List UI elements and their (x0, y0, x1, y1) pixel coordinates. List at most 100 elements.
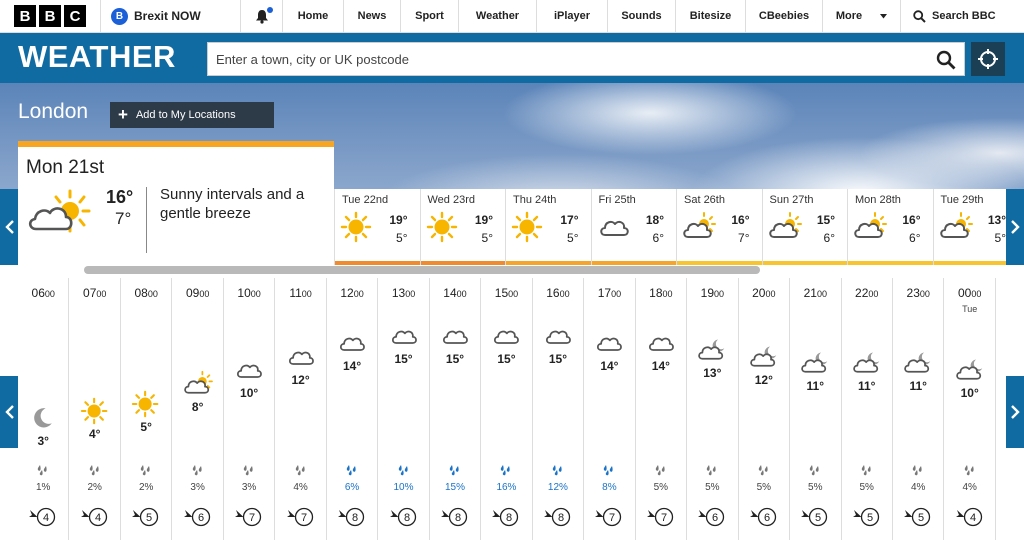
precipitation-chance: 5% (859, 482, 874, 493)
day-strip-scrollbar[interactable] (84, 266, 760, 274)
precipitation-chance: 12% (547, 482, 568, 493)
hour-column[interactable]: 1800 14° 5% 7 (636, 278, 688, 540)
precipitation-chance: 5% (653, 482, 669, 493)
day-tab[interactable]: Sun 27th 15° 6° (761, 189, 847, 265)
hour-temp: 11° (857, 379, 876, 394)
hour-column[interactable]: 2300 11° 4% 5 (893, 278, 945, 540)
precipitation-chance: 3% (190, 482, 205, 493)
day-tab-low: 5° (396, 231, 408, 245)
cloud-moon-icon (697, 336, 727, 369)
nav-news[interactable]: News (343, 0, 400, 32)
previous-day-button[interactable] (0, 189, 18, 265)
nav-bitesize[interactable]: Bitesize (675, 0, 745, 32)
day-tab[interactable]: Mon 28th 16° 6° (847, 189, 933, 265)
hour-time: 2000 (752, 286, 776, 300)
svg-text:8: 8 (506, 512, 512, 524)
raindrop-icon (552, 465, 562, 476)
sun-icon (131, 390, 161, 423)
sun-icon (340, 211, 374, 248)
wind-direction-icon: 4 (29, 507, 56, 527)
hour-column[interactable]: 0900 8° 3% 6 (172, 278, 224, 540)
today-forecast-card[interactable]: Mon 21st 16° 7° Sunny intervals and a ge… (18, 141, 334, 265)
sunny-intervals-icon (939, 211, 973, 248)
nav-sport[interactable]: Sport (400, 0, 458, 32)
precipitation-chance: 5% (808, 482, 823, 493)
day-tab[interactable]: Wed 23rd 19° 5° (419, 189, 505, 265)
hour-column[interactable]: 1700 14° 8% 7 (584, 278, 636, 540)
day-tab-name: Sat 26th (684, 194, 725, 206)
location-search-input[interactable] (208, 43, 928, 75)
wind-direction-icon: 5 (904, 507, 931, 527)
hour-temp: 14° (600, 358, 619, 373)
hour-column[interactable]: 0600 3° 1% 4 (18, 278, 70, 540)
raindrop-icon (501, 465, 511, 476)
hour-temp: 13° (703, 365, 722, 380)
hour-column[interactable]: 1100 12° 4% 7 (275, 278, 327, 540)
hour-temp: 15° (497, 352, 516, 366)
wind-direction-icon: 4 (955, 507, 982, 527)
wind-direction-icon: 8 (440, 507, 468, 527)
hour-column[interactable]: 0000 Tue 10° 4% 4 (944, 278, 996, 540)
hour-time: 1100 (289, 286, 312, 300)
cloud-icon (286, 343, 316, 376)
add-to-my-locations-button[interactable]: + Add to My Locations (110, 102, 274, 128)
hour-temp: 15° (548, 352, 567, 366)
hour-column[interactable]: 2000 12° 5% 6 (739, 278, 791, 540)
hour-column[interactable]: 1900 13° 5% 6 (687, 278, 739, 540)
raindrop-icon (964, 465, 974, 476)
day-tab[interactable]: Sat 26th 16° 7° (676, 189, 762, 265)
today-day-label: Mon 21st (26, 157, 105, 178)
day-tab-low: 5° (481, 231, 493, 245)
next-day-button[interactable] (1006, 189, 1024, 265)
hour-temp: 11° (806, 379, 824, 394)
svg-text:4: 4 (95, 512, 101, 524)
raindrop-icon (449, 465, 459, 476)
raindrop-icon (89, 465, 99, 476)
hour-temp: 10° (240, 386, 259, 401)
hour-column[interactable]: 1400 15° 15% 8 (430, 278, 482, 540)
hour-time: 0800 (134, 286, 158, 300)
svg-text:7: 7 (661, 512, 667, 524)
hour-column[interactable]: 2100 11° 5% 5 (790, 278, 842, 540)
day-tab-low: 5° (567, 231, 579, 245)
day-tab-low: 5° (994, 231, 1006, 245)
svg-text:4: 4 (970, 512, 976, 524)
svg-text:8: 8 (352, 512, 358, 524)
hour-column[interactable]: 0800 5° 2% 5 (121, 278, 173, 540)
hour-column[interactable]: 1500 15° 16% 8 (481, 278, 533, 540)
day-tab-accent-bar (848, 261, 933, 265)
brexit-now-link[interactable]: B Brexit NOW (100, 0, 240, 32)
hour-column[interactable]: 1000 10° 3% 7 (224, 278, 276, 540)
wind-direction-icon: 5 (852, 507, 879, 527)
nav-cbeebies[interactable]: CBeebies (745, 0, 822, 32)
svg-text:5: 5 (867, 512, 873, 524)
search-bbc-button[interactable]: Search BBC (900, 0, 1024, 32)
hour-time: 1500 (494, 286, 519, 300)
nav-weather[interactable]: Weather (458, 0, 536, 32)
hour-column[interactable]: 1200 14° 6% 8 (327, 278, 379, 540)
svg-text:6: 6 (712, 512, 718, 524)
nav-more[interactable]: More (822, 0, 900, 32)
hour-column[interactable]: 1600 15° 12% 8 (533, 278, 585, 540)
day-tab[interactable]: Fri 25th 18° 6° (590, 189, 676, 265)
next-hours-button[interactable] (1006, 376, 1024, 448)
nav-home[interactable]: Home (282, 0, 343, 32)
bbc-logo[interactable]: BBC (0, 0, 100, 32)
hour-column[interactable]: 0700 4° 2% 4 (69, 278, 121, 540)
search-icon[interactable] (936, 50, 956, 70)
day-tab-high: 16° (902, 213, 921, 227)
locate-me-button[interactable] (971, 42, 1005, 76)
wind-direction-icon: 5 (132, 507, 159, 527)
nav-iplayer[interactable]: iPlayer (536, 0, 607, 32)
weather-title[interactable]: WEATHER (18, 39, 176, 75)
notifications-button[interactable] (240, 0, 282, 32)
day-tab[interactable]: Thu 24th 17° 5° (505, 189, 591, 265)
crosshair-icon (978, 49, 998, 69)
svg-text:4: 4 (43, 512, 49, 524)
previous-hours-button[interactable] (0, 376, 18, 448)
day-tab[interactable]: Tue 22nd 19° 5° (334, 189, 420, 265)
hour-column[interactable]: 1300 15° 10% 8 (378, 278, 430, 540)
nav-sounds[interactable]: Sounds (607, 0, 675, 32)
hour-column[interactable]: 2200 11° 5% 5 (842, 278, 893, 540)
cloud-icon (543, 322, 573, 355)
